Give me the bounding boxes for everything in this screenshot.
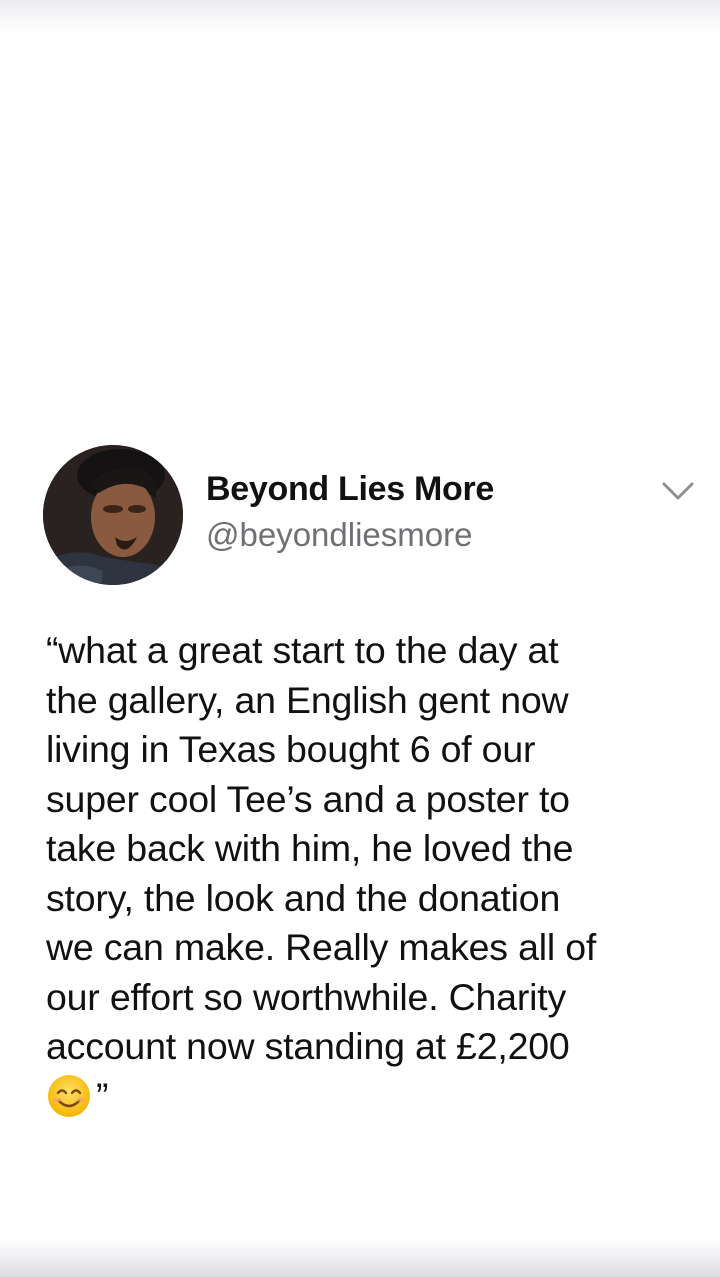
tweet-text-line: the gallery, an English gent now (46, 678, 569, 721)
tweet-text-line: take back with him, he loved the (46, 827, 574, 869)
chevron-down-icon[interactable] (660, 480, 696, 504)
smiling-face-icon (46, 1073, 92, 1119)
bottom-edge-shadow (0, 1237, 720, 1277)
closing-quote: ” (96, 1074, 109, 1117)
tweet-text-line: we can make. Really makes all of (46, 926, 597, 968)
tweet-text-line: account now standing at £2,200 (46, 1025, 570, 1067)
display-name[interactable]: Beyond Lies More (206, 470, 494, 509)
tweet-text: “what a great start to the day at the ga… (46, 626, 706, 1121)
tweet-text-line: “what a great start to the day at (46, 629, 559, 671)
tweet-text-line: living in Texas bought 6 of our (46, 728, 536, 770)
tweet-text-line: super cool Tee’s and a poster to (46, 777, 570, 820)
tweet-text-line: our effort so worthwhile. Charity (46, 975, 567, 1018)
tweet-text-last-line: ” (46, 1072, 706, 1122)
top-edge-shadow (0, 0, 720, 36)
avatar[interactable] (43, 445, 183, 585)
tweet-text-line: story, the look and the donation (46, 876, 561, 919)
handle[interactable]: @beyondliesmore (206, 516, 472, 554)
profile-photo-avatar (43, 445, 183, 585)
